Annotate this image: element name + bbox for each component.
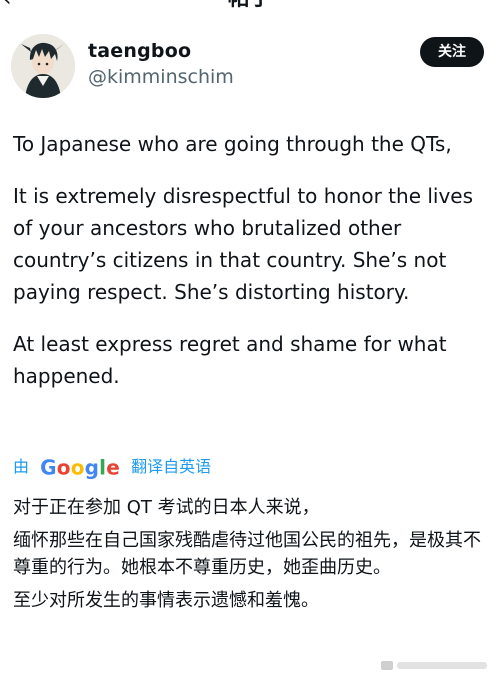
- google-logo-letter: o: [70, 455, 85, 480]
- google-logo-letter: o: [56, 455, 71, 480]
- tweet-body: To Japanese who are going through the QT…: [13, 128, 491, 412]
- translation-prefix: 由: [13, 456, 30, 476]
- follow-button[interactable]: 关注: [420, 37, 484, 67]
- author-handle[interactable]: @kimminschim: [88, 66, 234, 88]
- translation-attribution[interactable]: 由 Google 翻译自英语: [13, 453, 212, 480]
- translation-suffix: 翻译自英语: [131, 456, 212, 476]
- google-logo-letter: g: [84, 455, 100, 480]
- tweet-paragraph: At least express regret and shame for wh…: [13, 332, 447, 388]
- watermark: [381, 657, 491, 671]
- author-name[interactable]: taengboo: [88, 40, 191, 62]
- avatar[interactable]: [11, 34, 75, 98]
- translated-paragraph: 至少对所发生的事情表示遗憾和羞愧。: [13, 590, 319, 611]
- tweet-paragraph: It is extremely disrespectful to honor t…: [13, 184, 474, 304]
- tweet-paragraph: To Japanese who are going through the QT…: [13, 132, 452, 156]
- google-logo: Google: [40, 454, 120, 480]
- avatar-icon: [11, 34, 75, 98]
- google-logo-letter: e: [106, 455, 120, 480]
- translated-text: 对于正在参加 QT 考试的日本人来说， 缅怀那些在自己国家残酷虐待过他国公民的祖…: [13, 494, 491, 620]
- google-logo-letter: G: [40, 455, 57, 480]
- page-title: 帖子: [0, 0, 499, 11]
- translated-paragraph: 对于正在参加 QT 考试的日本人来说，: [13, 497, 320, 518]
- translated-paragraph: 缅怀那些在自己国家残酷虐待过他国公民的祖先，是极其不尊重的行为。她根本不尊重历史…: [13, 530, 481, 578]
- top-bar: ‹ 帖子: [0, 0, 499, 16]
- watermark-icon: [381, 661, 487, 670]
